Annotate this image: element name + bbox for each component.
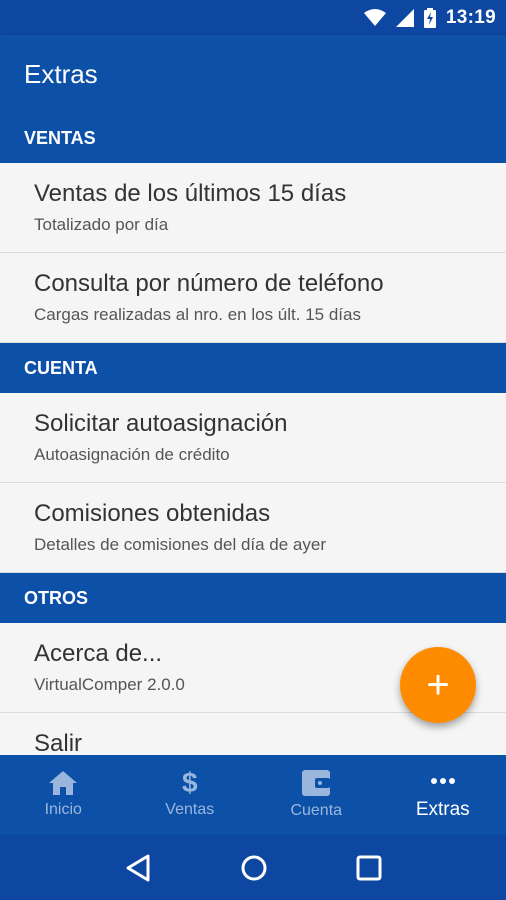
nav-item-ventas[interactable]: $ Ventas — [127, 755, 254, 835]
status-bar: 13:19 — [0, 0, 506, 35]
nav-item-extras[interactable]: Extras — [380, 755, 506, 835]
list-item-solicitar-autoasignacion[interactable]: Solicitar autoasignación Autoasignación … — [0, 393, 506, 483]
item-title: Solicitar autoasignación — [34, 410, 288, 437]
list-item-consulta-telefono[interactable]: Consulta por número de teléfono Cargas r… — [0, 253, 506, 343]
recents-icon[interactable] — [356, 855, 382, 881]
more-icon — [430, 778, 455, 784]
system-navigation-bar — [0, 835, 506, 900]
section-header-cuenta: CUENTA — [0, 343, 506, 393]
item-title: Consulta por número de teléfono — [34, 270, 384, 297]
wallet-icon — [302, 770, 331, 796]
dollar-icon: $ — [181, 767, 198, 798]
item-subtitle: Cargas realizadas al nro. en los últ. 15… — [34, 305, 361, 324]
back-icon[interactable] — [124, 854, 152, 882]
item-subtitle: VirtualComper 2.0.0 — [34, 675, 185, 694]
nav-item-cuenta[interactable]: Cuenta — [253, 755, 380, 835]
item-subtitle: Autoasignación de crédito — [34, 445, 230, 464]
section-header-otros: OTROS — [0, 573, 506, 623]
item-title: Acerca de... — [34, 640, 163, 667]
battery-icon — [423, 7, 436, 28]
item-title: Comisiones obtenidas — [34, 500, 271, 527]
section-header-ventas: VENTAS — [0, 113, 506, 163]
list-item-comisiones[interactable]: Comisiones obtenidas Detalles de comisio… — [0, 483, 506, 573]
home-circle-icon[interactable] — [240, 854, 268, 882]
list-item-ventas-15-dias[interactable]: Ventas de los últimos 15 días Totalizado… — [0, 163, 506, 253]
nav-label: Extras — [415, 799, 470, 820]
add-fab-button[interactable]: + — [400, 647, 476, 723]
home-icon — [49, 771, 78, 795]
item-subtitle: Detalles de comisiones del día de ayer — [34, 535, 326, 554]
nav-label: Cuenta — [290, 802, 343, 819]
nav-label: Ventas — [165, 801, 215, 818]
plus-icon: + — [426, 663, 450, 707]
wifi-icon — [363, 8, 386, 26]
nav-label: Inicio — [44, 801, 82, 818]
page-title: Extras — [24, 59, 98, 89]
item-subtitle: Totalizado por día — [34, 215, 169, 234]
bottom-navigation: Inicio $ Ventas Cuenta Extras — [0, 755, 506, 835]
status-time: 13:19 — [445, 6, 496, 28]
app-bar: Extras — [0, 35, 506, 113]
item-title: Salir — [34, 730, 83, 755]
item-title: Ventas de los últimos 15 días — [34, 180, 347, 207]
signal-icon — [395, 8, 414, 27]
nav-item-inicio[interactable]: Inicio — [0, 755, 127, 835]
